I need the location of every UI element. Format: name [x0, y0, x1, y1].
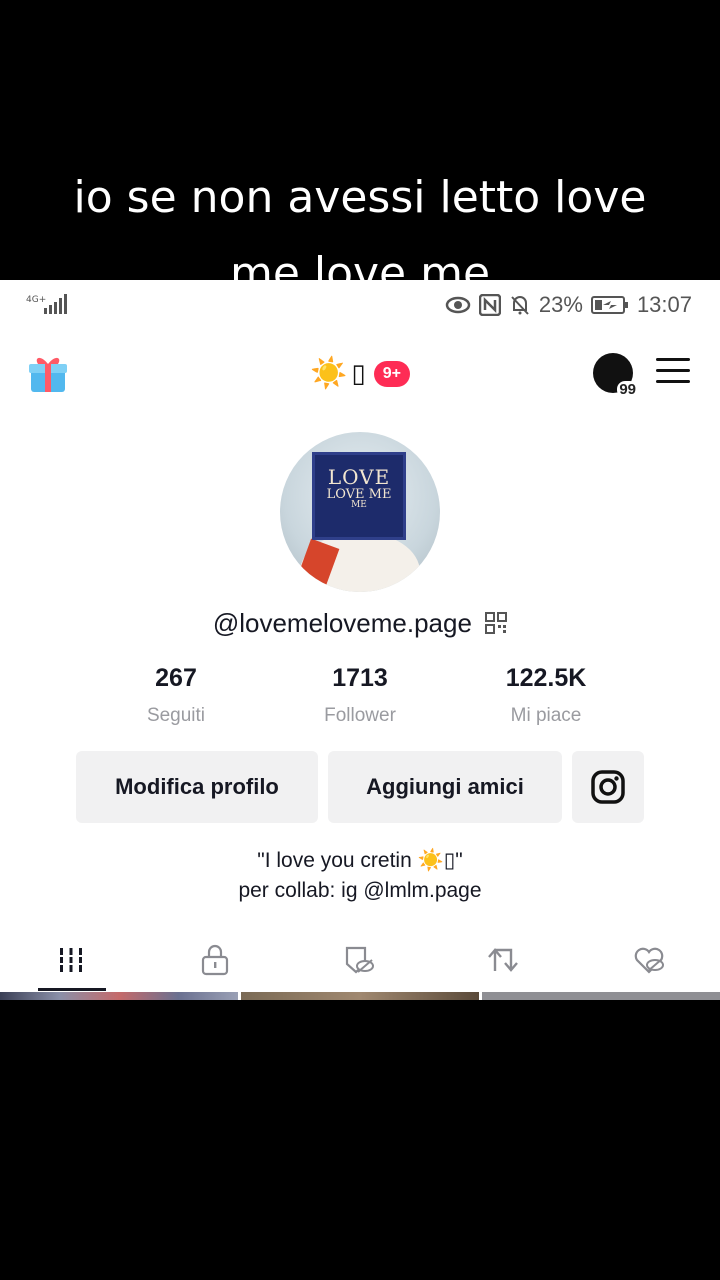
clock: 13:07: [636, 292, 692, 317]
content-tabs: [0, 936, 720, 992]
add-friends-button[interactable]: Aggiungi amici: [328, 751, 562, 823]
edit-profile-button[interactable]: Modifica profilo: [76, 751, 318, 823]
tab-reposts[interactable]: [468, 940, 538, 980]
instagram-icon: [591, 770, 625, 804]
nfc-icon: [478, 294, 501, 316]
status-bar: 4G+ 23% 13:07: [0, 280, 720, 328]
tab-hidden-reposts[interactable]: [324, 940, 394, 980]
profile-top-bar: ☀️ ▯ 9+ 99: [0, 350, 720, 400]
bio-line-1: "I love you cretin ☀️▯": [257, 849, 463, 872]
videos-grid-icon: [57, 948, 85, 972]
stat-followers[interactable]: 1713 Follower: [260, 664, 460, 727]
eye-icon: [445, 295, 471, 315]
username-row: @lovemeloveme.page: [0, 608, 720, 639]
active-tab-indicator: [38, 988, 106, 991]
caption-line-1: io se non avessi letto love: [73, 172, 647, 223]
username: @lovemeloveme.page: [212, 608, 472, 638]
battery-icon: [590, 295, 629, 315]
repost-icon: [488, 948, 518, 972]
creator-count: 99: [617, 381, 638, 398]
repost-hidden-icon: [345, 946, 374, 974]
battery-percent: 23%: [538, 292, 583, 317]
menu-icon[interactable]: [656, 358, 690, 384]
avatar-cover-art: LOVE LOVE ME ME: [312, 452, 406, 540]
signal-icon: 4G+: [26, 292, 68, 322]
svg-text:4G+: 4G+: [26, 295, 46, 305]
tab-liked-hidden[interactable]: [614, 940, 684, 980]
bio: "I love you cretin ☀️▯" per collab: ig @…: [0, 846, 720, 906]
instagram-button[interactable]: [572, 751, 644, 823]
video-thumbnail[interactable]: [0, 992, 238, 1000]
qr-code-icon[interactable]: [485, 610, 508, 634]
video-grid: [0, 992, 720, 1000]
name-glyph: ▯: [351, 358, 366, 389]
avatar[interactable]: LOVE LOVE ME ME: [280, 432, 440, 592]
video-thumbnail[interactable]: [241, 992, 479, 1000]
profile-stats: 267 Seguiti 1713 Follower 122.5K Mi piac…: [0, 664, 720, 734]
notification-badge: 9+: [373, 360, 410, 387]
liked-hidden-icon: [634, 947, 664, 974]
tab-private[interactable]: [180, 940, 250, 980]
tab-videos[interactable]: [36, 940, 106, 980]
profile-screen: 4G+ 23% 13:07 ☀️ ▯ 9+ 99 LOVE LOVE ME ME…: [0, 280, 720, 1000]
video-thumbnail[interactable]: [482, 992, 720, 1000]
bio-line-2: per collab: ig @lmlm.page: [238, 879, 482, 902]
lock-icon: [201, 944, 229, 976]
creator-tools-button[interactable]: 99: [592, 352, 638, 398]
mute-bell-icon: [509, 294, 531, 316]
stat-following[interactable]: 267 Seguiti: [76, 664, 276, 727]
stat-likes[interactable]: 122.5K Mi piace: [446, 664, 646, 727]
sun-emoji: ☀️: [310, 357, 348, 390]
